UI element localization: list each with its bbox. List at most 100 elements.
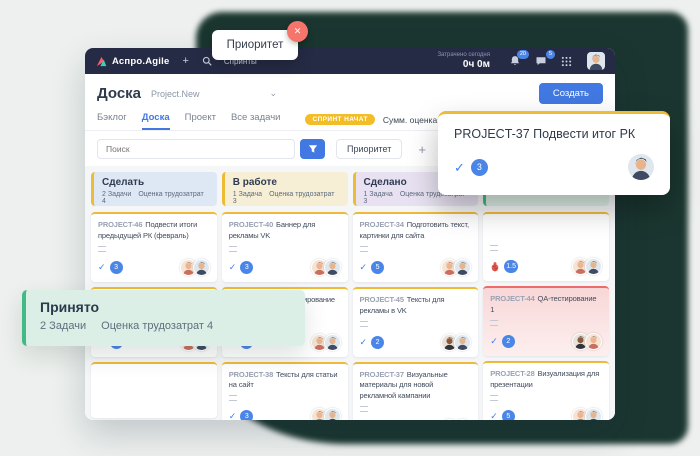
avatar (454, 419, 471, 420)
assignee-avatars (315, 408, 341, 420)
column-title: В работе (233, 177, 340, 188)
column-header[interactable]: В работе 1 ЗадачаОценка трудозатрат 3 (222, 172, 348, 206)
task-card[interactable]: PROJECT-40 Баннер для рекламы VK ✓3 (222, 212, 348, 282)
avatar (585, 258, 602, 275)
avatar (585, 408, 602, 421)
accepted-estimate: Оценка трудозатрат 4 (101, 320, 213, 332)
search-icon[interactable] (202, 56, 212, 66)
task-card[interactable]: PROJECT-45 Тексты для рекламы в VK ✓2 (353, 287, 479, 357)
avatar (454, 334, 471, 351)
assignee-avatars (445, 419, 471, 420)
card-title: PROJECT-45 Тексты для рекламы в VK (360, 295, 472, 317)
description-icon (490, 395, 498, 401)
card-title: PROJECT-37 Визуальные материалы для ново… (360, 370, 472, 403)
logo-icon (95, 55, 108, 68)
card-title: PROJECT-40 Баннер для рекламы VK (229, 220, 341, 242)
apps-grid-icon[interactable] (561, 56, 572, 67)
filter-button[interactable] (300, 139, 325, 159)
card-footer: 1.5 (490, 258, 602, 275)
assignee-avatars (576, 333, 602, 350)
chevron-down-icon: ⌄ (270, 88, 278, 99)
avatar (585, 333, 602, 350)
card-footer: ✓5 (360, 259, 472, 276)
time-tracker: Затрачено сегодня 0ч 0м (437, 52, 490, 70)
task-card[interactable]: PROJECT-34 Подготовить текст, картинки д… (353, 212, 479, 282)
description-icon (229, 246, 237, 252)
accepted-title: Принято (40, 299, 291, 315)
assignee-avatars (315, 259, 341, 276)
board-select[interactable]: Project.New ⌄ (151, 88, 277, 99)
card-footer: ✓3 (98, 259, 210, 276)
task-card[interactable]: PROJECT-28 Визуализация для презентации ✓… (483, 361, 609, 420)
add-filter-button[interactable]: + (412, 142, 432, 157)
avatar (324, 408, 341, 420)
estimate-badge: 3 (240, 261, 253, 274)
avatar (324, 334, 341, 351)
popup-task-title: PROJECT-37 Подвести итог РК (454, 127, 654, 141)
column-meta: 1 ЗадачаОценка трудозатрат 3 (233, 191, 340, 205)
task-card[interactable]: PROJECT-44 QA-тестирование 1✓2 (483, 286, 609, 356)
accepted-column-header[interactable]: Принято 2 Задачи Оценка трудозатрат 4 (22, 290, 305, 346)
cards-list: PROJECT-34 Подготовить текст, картинки д… (353, 212, 479, 420)
column-title: Сделать (102, 177, 209, 188)
notifications-badge: 20 (517, 50, 529, 59)
check-icon: ✓ (454, 161, 465, 174)
board-column: Сделано 1 ЗадачаОценка трудозатрат 3PROJ… (353, 172, 479, 414)
description-icon (360, 321, 368, 327)
priority-filter-chip[interactable]: Приоритет (336, 139, 402, 159)
sprint-status-badge: СПРИНТ НАЧАТ (305, 114, 374, 125)
bell-icon[interactable]: 20 (509, 55, 521, 67)
card-footer: ✓3 (229, 259, 341, 276)
check-icon: ✓ (229, 412, 237, 420)
accepted-task-count: 2 Задачи (40, 320, 86, 332)
time-tracker-label: Затрачено сегодня (437, 52, 490, 58)
task-card[interactable]: PROJECT-38 Тексты для статьи на сайт✓3 (222, 362, 348, 421)
estimate-badge: 5 (371, 261, 384, 274)
task-card[interactable]: PROJECT-37 Визуальные материалы для ново… (353, 362, 479, 421)
estimate-badge: 3 (110, 261, 123, 274)
tab-2[interactable]: Проект (185, 112, 216, 130)
description-icon (490, 320, 498, 326)
task-card[interactable] (91, 362, 217, 418)
description-icon (490, 245, 498, 251)
priority-tooltip-label: Приоритет (227, 39, 284, 51)
search-input[interactable] (97, 139, 295, 159)
create-button[interactable]: Создать (539, 83, 603, 104)
column-task-count: 1 Задача (233, 191, 262, 198)
assignee-avatars (184, 259, 210, 276)
card-title: PROJECT-28 Визуализация для презентации (490, 369, 602, 391)
task-card[interactable]: 1.5 (483, 212, 609, 281)
card-title: PROJECT-34 Подготовить текст, картинки д… (360, 220, 472, 242)
task-popup-card[interactable]: PROJECT-37 Подвести итог РК ✓ 3 (438, 111, 670, 195)
card-id: PROJECT-28 (490, 369, 534, 378)
card-title (490, 220, 602, 241)
tab-3[interactable]: Все задачи (231, 112, 281, 130)
board-column: 1.5 PROJECT-44 QA-тестирование 1✓2 PROJECT… (483, 172, 609, 414)
check-icon: ✓ (360, 338, 368, 347)
funnel-icon (308, 144, 318, 154)
accepted-meta: 2 Задачи Оценка трудозатрат 4 (40, 320, 291, 332)
card-id: PROJECT-38 (229, 370, 273, 379)
task-card[interactable]: PROJECT-46 Подвести итоги предыдущей РК … (91, 212, 217, 282)
card-footer: ✓3 (229, 408, 341, 420)
popup-footer: ✓ 3 (454, 154, 654, 180)
close-icon[interactable]: ✕ (287, 21, 308, 42)
card-footer: ✓2 (360, 334, 472, 351)
card-footer: ✓5 (490, 408, 602, 421)
assignee-avatars (576, 258, 602, 275)
plus-icon[interactable]: + (182, 56, 188, 67)
assignee-avatars (315, 334, 341, 351)
user-avatar[interactable] (587, 52, 605, 70)
tab-0[interactable]: Бэклог (97, 112, 127, 130)
description-icon (360, 406, 368, 412)
navbar-right: Затрачено сегодня 0ч 0м 20 5 (437, 52, 605, 70)
estimate-badge: 2 (502, 335, 515, 348)
column-header[interactable]: Сделать 2 ЗадачиОценка трудозатрат 4 (91, 172, 217, 206)
column-task-count: 1 Задача (364, 191, 393, 198)
priority-tooltip: Приоритет ✕ (212, 30, 298, 60)
chat-icon[interactable]: 5 (535, 55, 547, 67)
card-id: PROJECT-34 (360, 220, 404, 229)
app-logo[interactable]: Аспро.Agile (95, 55, 169, 68)
avatar (324, 259, 341, 276)
tab-1[interactable]: Доска (142, 112, 170, 130)
